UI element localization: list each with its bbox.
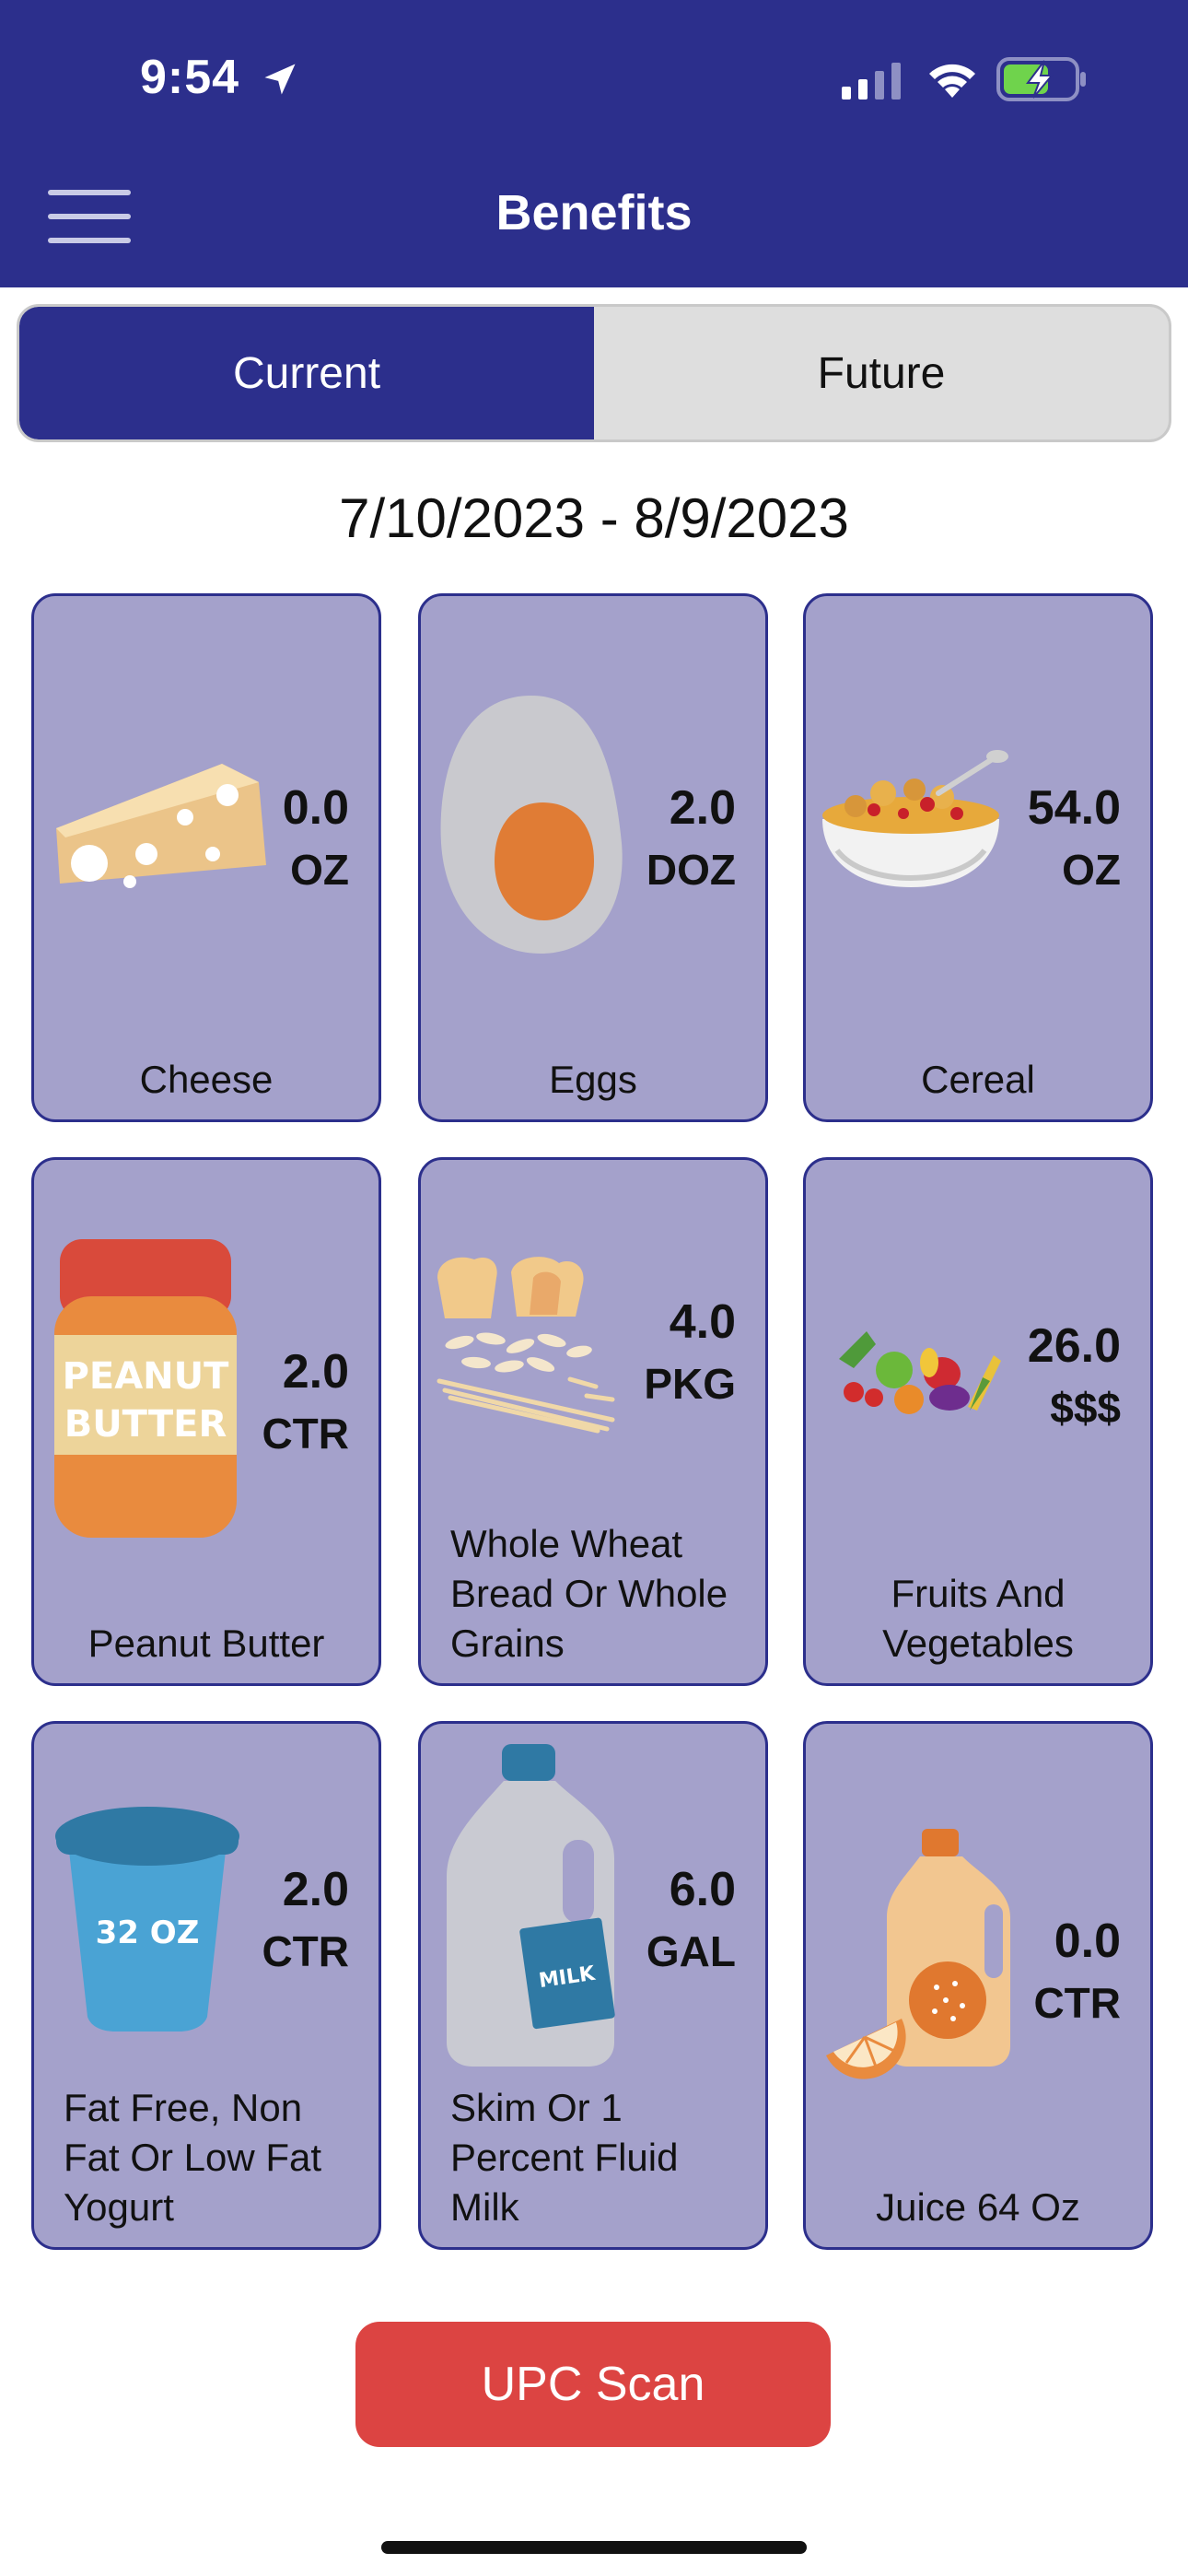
status-time: 9:54 <box>140 51 240 104</box>
benefit-date-range: 7/10/2023 - 8/9/2023 <box>339 487 849 549</box>
benefit-amount: 2.0 <box>282 1345 349 1399</box>
benefit-label: Fruits And Vegetables <box>806 1569 1150 1669</box>
benefit-tile-whole-grains[interactable]: 4.0 PKG Whole Wheat Bread Or Whole Grain… <box>418 1157 768 1686</box>
benefit-label-line: Fruits And <box>891 1572 1066 1615</box>
wifi-icon <box>929 64 975 98</box>
benefit-unit: CTR <box>1033 1979 1121 2027</box>
benefit-amount: 0.0 <box>1054 1914 1121 1968</box>
benefit-tile-peanut-butter[interactable]: PEANUT BUTTER 2.0 CTR Peanut Butter <box>31 1157 381 1686</box>
benefit-unit: CTR <box>262 1927 349 1975</box>
benefit-tile-juice[interactable]: 0.0 CTR Juice 64 Oz <box>803 1721 1153 2250</box>
benefit-unit: PKG <box>644 1360 736 1408</box>
upc-scan-button[interactable]: UPC Scan <box>355 2322 831 2447</box>
benefit-tile-yogurt[interactable]: 32 OZ 2.0 CTR Fat Free, Non Fat Or Low F… <box>31 1721 381 2250</box>
benefit-unit: OZ <box>1062 846 1121 894</box>
benefit-label-line: Fat Free, Non <box>64 2086 303 2129</box>
juice-icon <box>826 1829 1010 2079</box>
benefit-label-line: Yogurt <box>64 2185 174 2229</box>
benefit-amount: 4.0 <box>669 1295 736 1349</box>
benefit-label: Juice 64 Oz <box>876 2185 1080 2229</box>
benefit-label-line: Skim Or 1 <box>450 2086 623 2129</box>
top-bar: 9:54 Benefits <box>0 0 1188 287</box>
benefit-label-line: Percent Fluid <box>450 2136 679 2179</box>
benefit-unit: GAL <box>646 1927 736 1975</box>
period-segmented-control: Current Future <box>17 304 1171 442</box>
benefit-unit: DOZ <box>646 846 736 894</box>
benefit-label: Eggs <box>549 1058 637 1101</box>
benefit-amount: 0.0 <box>282 781 349 835</box>
cereal-icon <box>822 750 1008 887</box>
battery-charging-icon <box>996 57 1086 101</box>
tab-current[interactable]: Current <box>19 307 594 439</box>
cheese-icon <box>56 764 266 888</box>
cup-label: 32 OZ <box>96 1914 200 1951</box>
page-title: Benefits <box>495 185 693 240</box>
benefit-unit: CTR <box>262 1410 349 1458</box>
benefit-label-line: Bread Or Whole <box>450 1572 728 1615</box>
benefit-tile-cereal[interactable]: 54.0 OZ Cereal <box>803 593 1153 1122</box>
cellular-signal-icon <box>842 63 901 100</box>
benefit-amount: 54.0 <box>1027 781 1121 835</box>
benefit-unit: OZ <box>290 846 349 894</box>
benefit-label: Whole Wheat Bread Or Whole Grains <box>421 1519 765 1669</box>
benefit-label-line: Grains <box>450 1622 565 1665</box>
fruits-vegetables-icon <box>839 1331 1001 1414</box>
benefit-label-line: Milk <box>450 2185 519 2229</box>
milk-jug-icon: MILK <box>447 1744 615 2067</box>
benefit-label: Fat Free, Non Fat Or Low Fat Yogurt <box>34 2083 379 2232</box>
benefit-label: Cheese <box>139 1058 274 1101</box>
benefit-tile-milk[interactable]: MILK 6.0 GAL Skim Or 1 Percent Fluid Mil… <box>418 1721 768 2250</box>
jar-label-line-2: BUTTER <box>64 1403 227 1446</box>
benefit-label-line: Fat Or Low Fat <box>64 2136 322 2179</box>
jar-label-line-1: PEANUT <box>63 1355 230 1398</box>
benefit-label: Skim Or 1 Percent Fluid Milk <box>421 2083 765 2232</box>
benefit-label-line: Vegetables <box>882 1622 1074 1665</box>
benefit-tile-cheese[interactable]: 0.0 OZ Cheese <box>31 593 381 1122</box>
benefit-label: Peanut Butter <box>87 1622 325 1665</box>
benefit-label: Cereal <box>921 1058 1035 1101</box>
peanut-butter-icon: PEANUT BUTTER <box>54 1239 237 1538</box>
benefit-amount: 2.0 <box>669 781 736 835</box>
benefit-amount: 2.0 <box>282 1863 349 1916</box>
benefit-amount: 6.0 <box>669 1863 736 1916</box>
egg-icon <box>440 696 623 954</box>
tab-future[interactable]: Future <box>594 307 1169 439</box>
bread-grains-icon <box>437 1257 615 1434</box>
benefit-amount: 26.0 <box>1027 1319 1121 1373</box>
benefit-unit: $$$ <box>1050 1384 1121 1432</box>
benefit-tile-fruits-vegetables[interactable]: 26.0 $$$ Fruits And Vegetables <box>803 1157 1153 1686</box>
location-arrow-icon <box>264 64 296 95</box>
yogurt-icon: 32 OZ <box>55 1807 239 2032</box>
benefit-tile-eggs[interactable]: 2.0 DOZ Eggs <box>418 593 768 1122</box>
home-indicator <box>381 2541 807 2554</box>
benefit-label-line: Whole Wheat <box>450 1522 683 1565</box>
